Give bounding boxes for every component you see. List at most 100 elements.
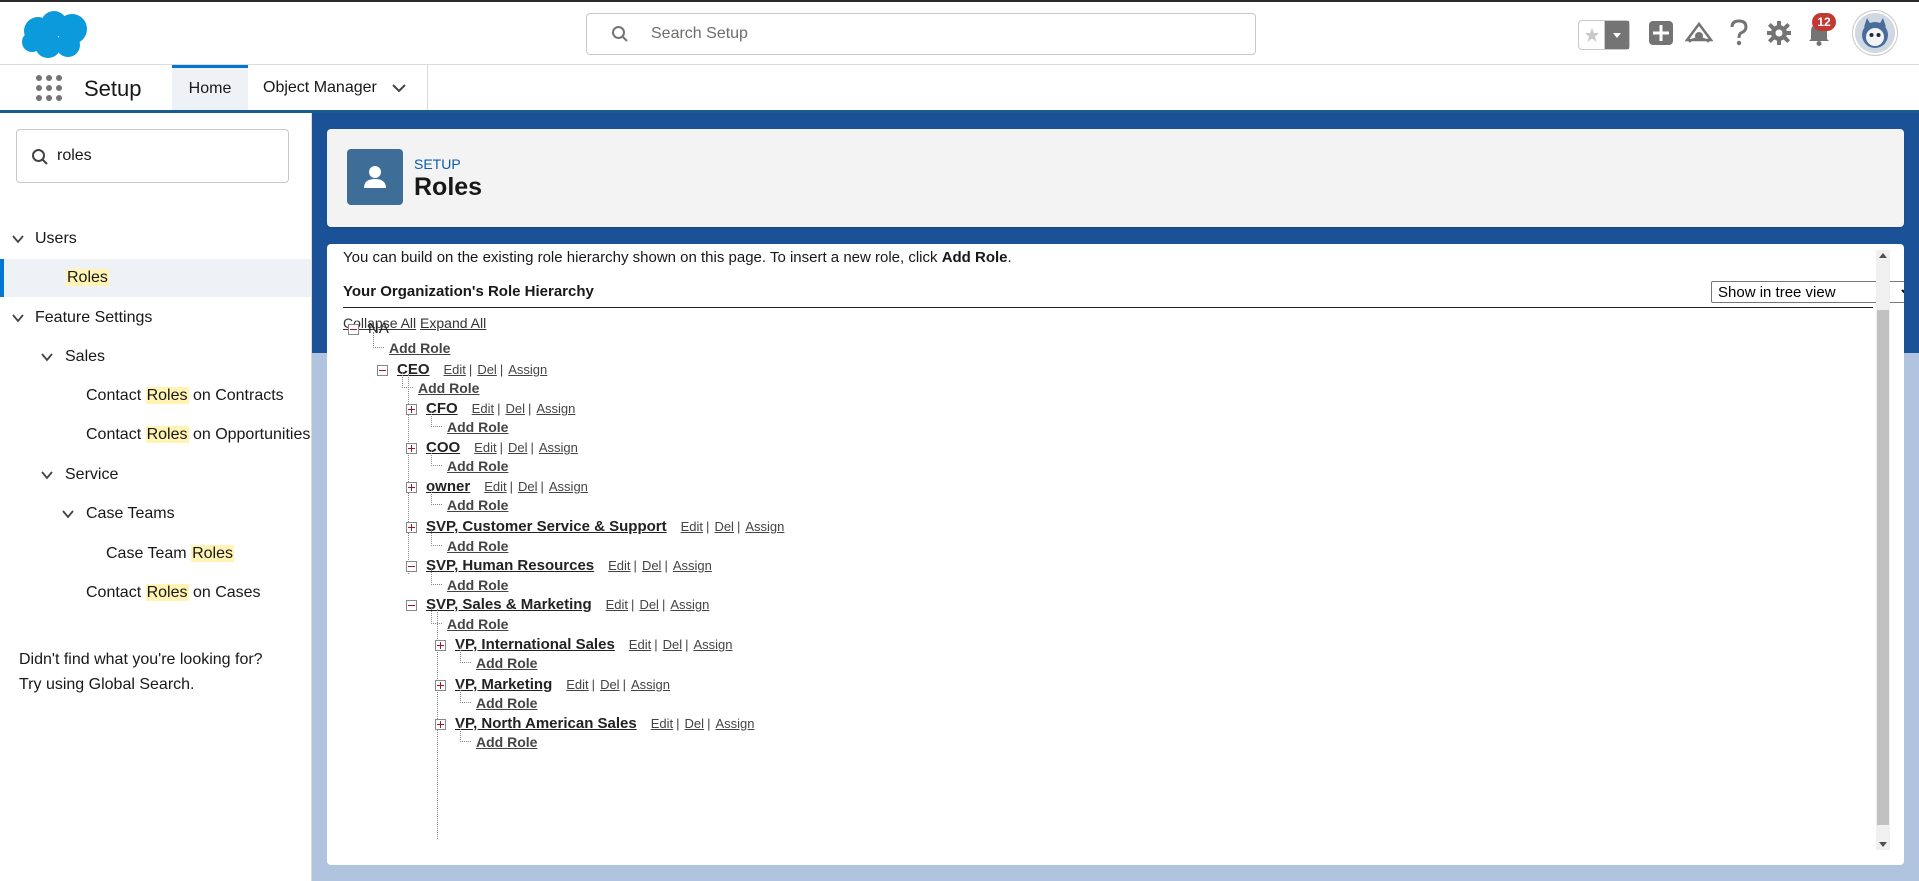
collapse-node-icon[interactable] (406, 560, 417, 572)
sidebar-node-case-team-roles[interactable]: Case Team Roles (0, 535, 311, 573)
chevron-down-icon[interactable] (390, 79, 408, 97)
edit-role-link[interactable]: Edit (472, 401, 494, 416)
expand-node-icon[interactable] (406, 442, 417, 454)
add-role-link[interactable]: Add Role (447, 616, 508, 632)
action-separator: | (631, 597, 635, 612)
context-bar: Setup Home Object Manager (0, 65, 1919, 113)
scroll-thumb[interactable] (1877, 310, 1889, 825)
add-role-link[interactable]: Add Role (476, 695, 537, 711)
chevron-down-icon[interactable] (11, 232, 25, 246)
help-icon[interactable] (1724, 18, 1754, 48)
chevron-down-icon[interactable] (11, 311, 25, 325)
assign-role-link[interactable]: Assign (631, 677, 670, 692)
delete-role-link[interactable]: Del (642, 558, 662, 573)
collapse-node-icon[interactable] (348, 323, 359, 335)
expand-node-icon[interactable] (406, 403, 417, 415)
app-launcher-icon[interactable] (34, 73, 64, 103)
collapse-node-icon[interactable] (406, 599, 417, 611)
delete-role-link[interactable]: Del (714, 519, 734, 534)
delete-role-link[interactable]: Del (505, 401, 525, 416)
chevron-down-icon[interactable] (61, 507, 75, 521)
assign-role-link[interactable]: Assign (715, 716, 754, 731)
edit-role-link[interactable]: Edit (681, 519, 703, 534)
add-role-link[interactable]: Add Role (418, 380, 479, 396)
sidebar-node-users[interactable]: Users (0, 220, 311, 258)
edit-role-link[interactable]: Edit (566, 677, 588, 692)
edit-role-link[interactable]: Edit (651, 716, 673, 731)
role-name-link[interactable]: SVP, Human Resources (426, 557, 594, 574)
quick-find-box[interactable] (16, 129, 289, 183)
role-name-link[interactable]: VP, North American Sales (455, 715, 637, 732)
assign-role-link[interactable]: Assign (549, 479, 588, 494)
add-role-link[interactable]: Add Role (447, 497, 508, 513)
search-input[interactable] (651, 22, 1231, 46)
expand-node-icon[interactable] (406, 521, 417, 533)
sidebar-node-feature-settings[interactable]: Feature Settings (0, 299, 311, 337)
add-role-link[interactable]: Add Role (476, 734, 537, 750)
edit-role-link[interactable]: Edit (474, 440, 496, 455)
favorites-dropdown-icon[interactable] (1605, 21, 1629, 49)
role-name-link[interactable]: SVP, Sales & Marketing (426, 596, 592, 613)
sidebar-node-contact-roles-opportunities[interactable]: Contact Roles on Opportunities (0, 416, 311, 454)
scroll-up-arrow-icon[interactable] (1879, 253, 1887, 258)
trailhead-guidance-icon[interactable] (1684, 18, 1714, 48)
delete-role-link[interactable]: Del (518, 479, 538, 494)
assign-role-link[interactable]: Assign (670, 597, 709, 612)
delete-role-link[interactable]: Del (508, 440, 528, 455)
sidebar-node-contact-roles-contracts[interactable]: Contact Roles on Contracts (0, 377, 311, 415)
role-row: SVP, Sales & Marketing Edit | Del | Assign (406, 596, 709, 616)
global-actions-icon[interactable] (1646, 18, 1676, 48)
salesforce-logo[interactable] (18, 9, 92, 61)
scroll-down-arrow-icon[interactable] (1879, 842, 1887, 847)
role-name-link[interactable]: SVP, Customer Service & Support (426, 518, 667, 535)
action-separator: | (654, 637, 658, 652)
expand-node-icon[interactable] (435, 679, 446, 691)
assign-role-link[interactable]: Assign (673, 558, 712, 573)
add-role-link[interactable]: Add Role (447, 458, 508, 474)
edit-role-link[interactable]: Edit (608, 558, 630, 573)
add-role-link[interactable]: Add Role (447, 419, 508, 435)
sidebar-node-case-teams[interactable]: Case Teams (0, 495, 311, 533)
quick-find-input[interactable] (57, 144, 277, 168)
assign-role-link[interactable]: Assign (536, 401, 575, 416)
edit-role-link[interactable]: Edit (629, 637, 651, 652)
delete-role-link[interactable]: Del (685, 716, 705, 731)
delete-role-link[interactable]: Del (477, 362, 497, 377)
assign-role-link[interactable]: Assign (745, 519, 784, 534)
action-separator: | (707, 716, 711, 731)
role-name-link[interactable]: VP, International Sales (455, 636, 615, 653)
sidebar-node-contact-roles-cases[interactable]: Contact Roles on Cases (0, 574, 311, 612)
sidebar-node-sales[interactable]: Sales (0, 338, 311, 376)
favorites-star-icon[interactable] (1579, 21, 1605, 49)
assign-role-link[interactable]: Assign (539, 440, 578, 455)
edit-role-link[interactable]: Edit (484, 479, 506, 494)
add-role-link[interactable]: Add Role (389, 340, 450, 356)
delete-role-link[interactable]: Del (600, 677, 620, 692)
collapse-node-icon[interactable] (377, 364, 388, 376)
sidebar-node-label: Case Team Roles (106, 545, 234, 562)
chevron-down-icon[interactable] (40, 350, 54, 364)
expand-node-icon[interactable] (406, 481, 417, 493)
action-separator: | (633, 558, 637, 573)
add-role-link[interactable]: Add Role (476, 655, 537, 671)
search-icon (612, 26, 628, 42)
delete-role-link[interactable]: Del (663, 637, 683, 652)
setup-search-box[interactable] (586, 13, 1256, 55)
add-role-link[interactable]: Add Role (447, 577, 508, 593)
add-role-link[interactable]: Add Role (447, 538, 508, 554)
expand-node-icon[interactable] (435, 718, 446, 730)
delete-role-link[interactable]: Del (639, 597, 659, 612)
assign-role-link[interactable]: Assign (694, 637, 733, 652)
sidebar-node-service[interactable]: Service (0, 456, 311, 494)
user-avatar[interactable] (1853, 11, 1897, 55)
edit-role-link[interactable]: Edit (444, 362, 466, 377)
tree-scrollbar[interactable] (1876, 250, 1890, 850)
tab-object-manager[interactable]: Object Manager (248, 65, 428, 110)
sidebar-node-roles[interactable]: Roles (0, 259, 311, 297)
edit-role-link[interactable]: Edit (606, 597, 628, 612)
tab-home[interactable]: Home (172, 65, 248, 110)
setup-gear-icon[interactable] (1764, 18, 1794, 48)
assign-role-link[interactable]: Assign (508, 362, 547, 377)
chevron-down-icon[interactable] (40, 468, 54, 482)
expand-node-icon[interactable] (435, 639, 446, 651)
